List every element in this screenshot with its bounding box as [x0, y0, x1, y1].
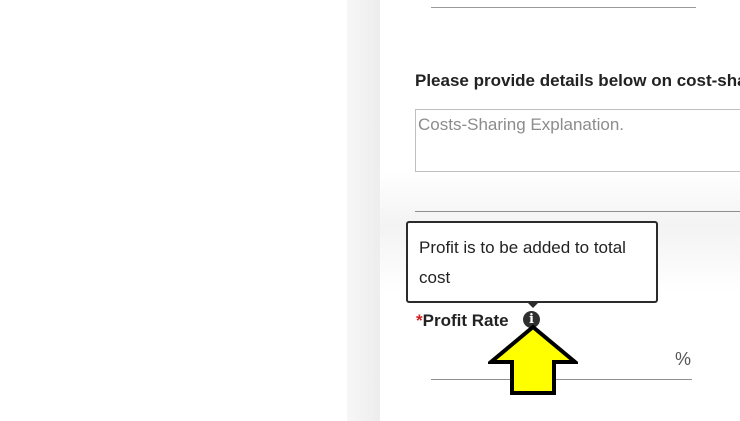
- profit-tooltip: Profit is to be added to total cost: [406, 221, 658, 303]
- previous-field-underline: [431, 7, 696, 8]
- bottom-spacer: [380, 410, 740, 421]
- left-empty-area: [0, 0, 347, 421]
- section-divider: [415, 211, 740, 212]
- cost-sharing-explanation-input[interactable]: [415, 109, 740, 172]
- cost-sharing-label: Please provide details below on cost-sha…: [415, 71, 740, 90]
- tooltip-pointer: [526, 301, 540, 308]
- percent-unit: %: [675, 349, 692, 369]
- tooltip-text: Profit is to be added to total cost: [419, 238, 626, 287]
- arrow-up-icon: [488, 324, 578, 395]
- panel-shadow: [347, 0, 380, 421]
- required-marker: *: [416, 311, 423, 330]
